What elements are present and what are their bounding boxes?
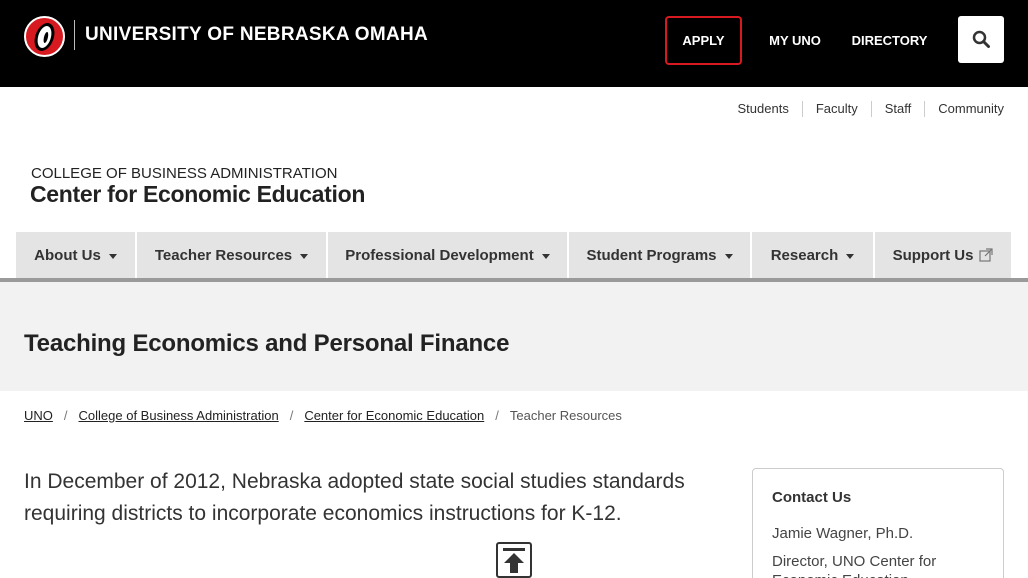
caret-down-icon	[541, 253, 550, 259]
nav-item-label: About Us	[34, 246, 101, 264]
search-icon	[972, 30, 990, 48]
back-to-top-button[interactable]	[496, 542, 532, 578]
nav-item-label: Support Us	[892, 246, 974, 264]
caret-down-icon	[846, 253, 855, 259]
caret-down-icon	[108, 253, 117, 259]
audience-links: Students Faculty Staff Community	[725, 101, 1004, 117]
apply-button[interactable]: APPLY	[665, 16, 742, 65]
breadcrumb: UNO / College of Business Administration…	[24, 408, 622, 423]
page-title: Teaching Economics and Personal Finance	[24, 330, 510, 357]
audience-link-students[interactable]: Students	[725, 101, 802, 117]
caret-down-icon	[724, 253, 733, 259]
breadcrumb-separator: /	[495, 408, 499, 423]
contact-role: Director, UNO Center for Economic Educat…	[772, 553, 937, 578]
nav-item-about-us[interactable]: About Us	[16, 232, 137, 278]
nav-item-label: Research	[770, 246, 839, 264]
search-button[interactable]	[958, 16, 1004, 63]
my-uno-link[interactable]: MY UNO	[757, 16, 833, 65]
external-link-icon	[979, 248, 994, 262]
logo-divider	[74, 20, 75, 50]
contact-card: Contact Us Jamie Wagner, Ph.D. Director,…	[752, 468, 1004, 578]
breadcrumb-link-center[interactable]: Center for Economic Education	[304, 408, 484, 423]
nav-item-student-programs[interactable]: Student Programs	[569, 232, 752, 278]
contact-heading: Contact Us	[772, 489, 852, 506]
lead-paragraph: In December of 2012, Nebraska adopted st…	[24, 470, 685, 525]
breadcrumb-link-college[interactable]: College of Business Administration	[79, 408, 279, 423]
nav-item-professional-development[interactable]: Professional Development	[328, 232, 569, 278]
main-nav: About Us Teacher Resources Professional …	[16, 232, 1011, 278]
nav-item-teacher-resources[interactable]: Teacher Resources	[137, 232, 328, 278]
breadcrumb-separator: /	[63, 408, 68, 423]
directory-link[interactable]: DIRECTORY	[841, 16, 938, 65]
university-name[interactable]: UNIVERSITY OF NEBRASKA OMAHA	[85, 24, 428, 46]
audience-link-faculty[interactable]: Faculty	[801, 101, 871, 117]
audience-link-community[interactable]: Community	[924, 101, 1004, 117]
breadcrumb-link-uno[interactable]: UNO	[24, 408, 53, 423]
nav-item-label: Professional Development	[345, 246, 534, 264]
college-name[interactable]: COLLEGE OF BUSINESS ADMINISTRATION	[31, 165, 337, 182]
nav-item-research[interactable]: Research	[752, 232, 875, 278]
uno-logo-icon[interactable]	[24, 16, 65, 57]
breadcrumb-separator: /	[289, 408, 294, 423]
center-name[interactable]: Center for Economic Education	[30, 181, 365, 208]
nav-item-label: Teacher Resources	[154, 246, 293, 264]
contact-name: Jamie Wagner, Ph.D.	[772, 525, 914, 542]
breadcrumb-current: Teacher Resources	[509, 408, 622, 423]
caret-down-icon	[300, 253, 309, 259]
nav-item-label: Student Programs	[586, 246, 717, 264]
nav-item-support-us[interactable]: Support Us	[875, 232, 1011, 278]
site-header: UNIVERSITY OF NEBRASKA OMAHA APPLY MY UN…	[0, 0, 1028, 87]
arrow-up-icon	[503, 548, 525, 573]
audience-link-staff[interactable]: Staff	[870, 101, 925, 117]
